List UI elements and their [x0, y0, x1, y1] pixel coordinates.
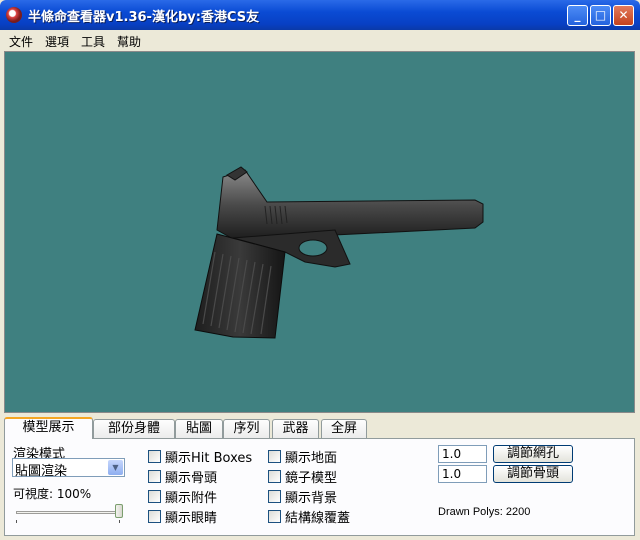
pistol-model — [194, 166, 484, 339]
checkbox-background[interactable]: 顯示背景 — [268, 487, 337, 506]
adjust-grid-button[interactable]: 調節網孔 — [493, 445, 573, 463]
checkbox-label: 顯示背景 — [285, 491, 338, 506]
checkbox-box[interactable] — [268, 490, 281, 503]
render-mode-select[interactable]: 貼圖渲染 ▼ — [12, 458, 125, 479]
render-mode-value: 貼圖渲染 — [15, 464, 68, 479]
tab-sequences[interactable]: 序列 — [223, 419, 270, 438]
checkbox-label: 顯示骨頭 — [165, 471, 218, 486]
tab-strip: 模型展示 部份身體 貼圖 序列 武器 全屏 — [4, 417, 635, 439]
maximize-button[interactable]: □ — [590, 5, 611, 26]
checkbox-label: 顯示眼睛 — [165, 511, 218, 526]
checkbox-attachments[interactable]: 顯示附件 — [148, 487, 217, 506]
checkbox-box[interactable] — [268, 510, 281, 523]
slider-tick — [16, 520, 17, 523]
model-viewport[interactable] — [4, 51, 635, 413]
menu-tools[interactable]: 工具 — [81, 33, 105, 50]
chevron-down-icon[interactable]: ▼ — [108, 460, 123, 475]
bone-size-input[interactable]: 1.0 — [438, 465, 487, 483]
checkbox-label: 顯示附件 — [165, 491, 218, 506]
menu-help[interactable]: 幫助 — [117, 33, 141, 50]
drawn-polys-stat: Drawn Polys: 2200 — [438, 506, 531, 518]
checkbox-eyes[interactable]: 顯示眼睛 — [148, 507, 217, 526]
checkbox-box[interactable] — [148, 470, 161, 483]
grid-size-input[interactable]: 1.0 — [438, 445, 487, 463]
tab-textures[interactable]: 貼圖 — [175, 419, 223, 438]
slider-tick — [119, 520, 120, 523]
checkbox-mirror-model[interactable]: 鏡子模型 — [268, 467, 337, 486]
checkbox-label: 顯示地面 — [285, 451, 338, 466]
checkbox-label: 結構線覆蓋 — [285, 511, 351, 526]
checkbox-hit-boxes[interactable]: 顯示Hit Boxes — [148, 447, 252, 466]
window-title: 半條命查看器v1.36-漢化by:香港CS友 — [28, 10, 260, 25]
checkbox-label: 鏡子模型 — [285, 471, 338, 486]
visibility-slider-track[interactable] — [16, 511, 120, 514]
tab-body-parts[interactable]: 部份身體 — [93, 419, 175, 438]
tab-fullscreen[interactable]: 全屏 — [321, 419, 367, 438]
checkbox-bones[interactable]: 顯示骨頭 — [148, 467, 217, 486]
checkbox-wireframe-overlay[interactable]: 結構線覆蓋 — [268, 507, 350, 526]
minimize-button[interactable]: _ — [567, 5, 588, 26]
checkbox-ground[interactable]: 顯示地面 — [268, 447, 337, 466]
close-button[interactable]: ✕ — [613, 5, 634, 26]
tab-model-display[interactable]: 模型展示 — [4, 417, 93, 439]
title-bar[interactable]: 半條命查看器v1.36-漢化by:香港CS友 _ □ ✕ — [0, 0, 640, 30]
visibility-slider-thumb[interactable] — [115, 504, 123, 518]
visibility-label: 可視度: 100% — [13, 487, 92, 501]
checkbox-box[interactable] — [148, 490, 161, 503]
menu-file[interactable]: 文件 — [9, 33, 33, 50]
checkbox-box[interactable] — [268, 470, 281, 483]
menu-bar: 文件 選項 工具 幫助 — [0, 30, 640, 50]
menu-options[interactable]: 選項 — [45, 33, 69, 50]
checkbox-box[interactable] — [148, 510, 161, 523]
checkbox-label: 顯示Hit Boxes — [165, 451, 253, 466]
checkbox-box[interactable] — [148, 450, 161, 463]
tab-weapons[interactable]: 武器 — [272, 419, 319, 438]
checkbox-box[interactable] — [268, 450, 281, 463]
adjust-bone-button[interactable]: 調節骨頭 — [493, 465, 573, 483]
app-icon — [6, 7, 22, 23]
